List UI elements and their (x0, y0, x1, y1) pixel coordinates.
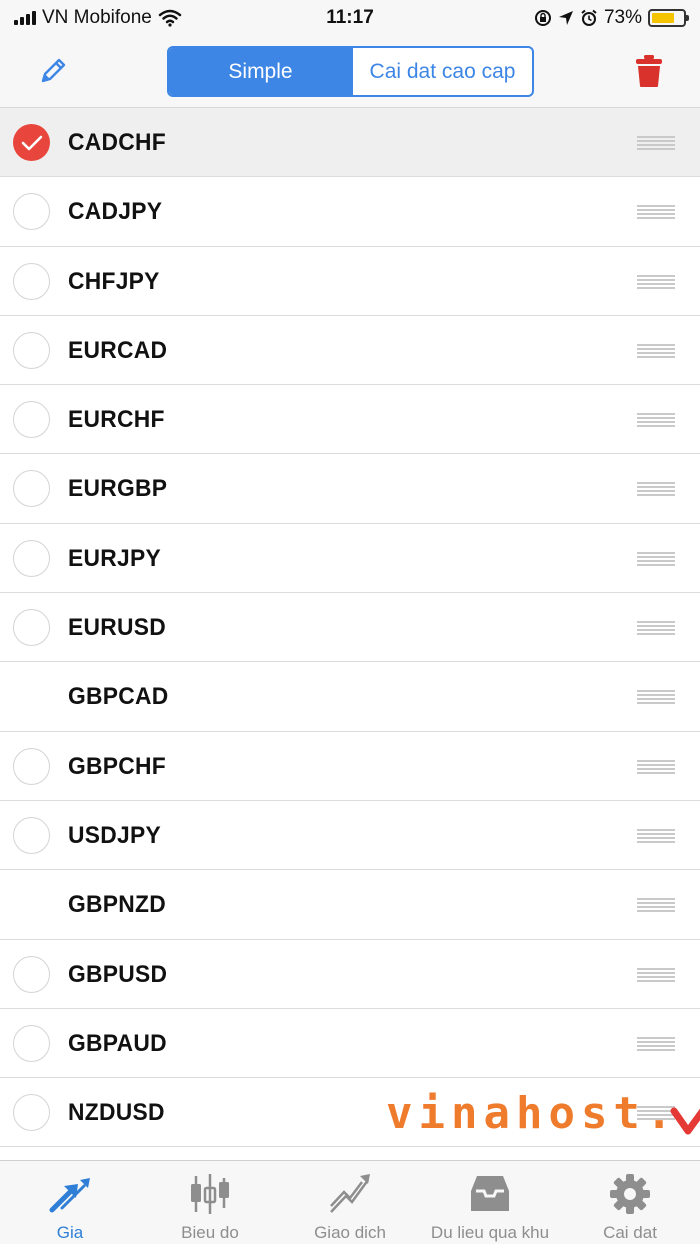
tab-bieu-do[interactable]: Bieu do (140, 1161, 280, 1244)
gear-icon (606, 1171, 654, 1217)
symbol-name: EURCAD (68, 336, 168, 364)
select-circle[interactable] (13, 1094, 50, 1132)
drag-handle-icon[interactable] (637, 1036, 675, 1051)
tab-label: Giao dich (314, 1223, 386, 1242)
symbol-name: GBPUSD (68, 960, 168, 988)
segment-advanced-settings[interactable]: Cai dat cao cap (352, 48, 532, 95)
symbol-name: CADJPY (68, 198, 163, 226)
symbol-row[interactable]: GBPCHF (0, 731, 700, 801)
symbol-row[interactable]: GBPAUD (0, 1008, 700, 1079)
wifi-icon (158, 9, 182, 27)
tab-label: Bieu do (181, 1223, 239, 1242)
pencil-icon (41, 58, 66, 83)
quotes-arrows-icon (46, 1171, 94, 1217)
drag-handle-icon[interactable] (637, 621, 675, 636)
symbol-name: GBPAUD (68, 1029, 167, 1057)
rotation-lock-icon (534, 10, 551, 26)
drag-handle-icon[interactable] (637, 690, 675, 705)
symbol-row[interactable]: EURCHF (0, 385, 700, 455)
cellular-signal-icon (14, 11, 36, 25)
toolbar: Simple Cai dat cao cap (0, 36, 700, 108)
symbol-row[interactable]: CADCHF (0, 108, 700, 178)
symbol-name: USDJPY (68, 821, 161, 849)
symbol-row[interactable]: USDJPY (0, 800, 700, 871)
symbol-row[interactable]: EURUSD (0, 593, 700, 663)
tab-du-lieu-qua-khu[interactable]: Du lieu qua khu (420, 1161, 560, 1244)
symbol-name: GBPCAD (68, 683, 169, 711)
segment-simple[interactable]: Simple (169, 48, 352, 95)
select-circle[interactable] (13, 955, 50, 993)
checkmark-icon[interactable] (13, 124, 50, 161)
drag-handle-icon[interactable] (637, 205, 675, 220)
trash-icon (636, 55, 662, 87)
drag-handle-icon[interactable] (637, 343, 675, 358)
symbol-name: GBPNZD (68, 891, 166, 919)
status-left: VN Mobifone (14, 7, 182, 29)
watermark-text: vinahost. (386, 1087, 679, 1139)
carrier-name: VN Mobifone (42, 7, 152, 28)
mode-segmented-control: Simple Cai dat cao cap (167, 46, 534, 97)
symbol-name: EURUSD (68, 614, 166, 642)
drag-handle-icon[interactable] (637, 828, 675, 843)
drag-handle-icon[interactable] (637, 482, 675, 497)
tab-label: Du lieu qua khu (430, 1223, 550, 1242)
select-circle[interactable] (13, 193, 50, 231)
edit-button[interactable] (36, 54, 70, 88)
battery-percent: 73% (603, 7, 642, 28)
status-right: 73% (534, 7, 689, 29)
select-circle[interactable] (13, 539, 50, 577)
candlestick-chart-icon (186, 1171, 234, 1217)
symbol-row[interactable]: CHFJPY (0, 246, 700, 316)
drag-handle-icon[interactable] (637, 551, 675, 566)
location-arrow-icon (558, 11, 573, 25)
tab-giao-dich[interactable]: Giao dich (280, 1161, 420, 1244)
tab-label: Gia (56, 1223, 84, 1242)
symbol-name: CHFJPY (68, 267, 160, 295)
alarm-icon (581, 9, 597, 26)
history-inbox-icon (466, 1171, 514, 1217)
select-circle[interactable] (13, 609, 50, 647)
tab-label: Cai dat (603, 1223, 657, 1242)
watermark-check-icon (670, 1107, 700, 1135)
symbol-list: CADCHF CADJPY CHFJPY EURCAD EURCHF EURGBP EURJ… (0, 108, 700, 1148)
battery-icon (648, 9, 689, 27)
tab-gia[interactable]: Gia (0, 1161, 140, 1244)
select-circle[interactable] (13, 470, 50, 508)
bottom-tab-bar: Gia Bieu do Giao dich Du lieu qua khu Cai da… (0, 1160, 700, 1244)
symbol-name: EURGBP (68, 475, 168, 503)
symbol-row[interactable]: GBPUSD (0, 939, 700, 1009)
drag-handle-icon[interactable] (637, 136, 675, 150)
select-circle[interactable] (13, 747, 50, 785)
battery-level (652, 13, 674, 23)
select-circle[interactable] (13, 401, 50, 439)
delete-button[interactable] (632, 52, 666, 90)
symbol-name: GBPCHF (68, 752, 166, 780)
drag-handle-icon[interactable] (637, 413, 675, 428)
tab-cai-dat[interactable]: Cai dat (560, 1161, 700, 1244)
symbol-name: NZDUSD (68, 1099, 165, 1127)
select-circle[interactable] (13, 816, 50, 854)
drag-handle-icon[interactable] (637, 967, 675, 982)
drag-handle-icon[interactable] (637, 898, 675, 913)
drag-handle-icon[interactable] (637, 274, 675, 289)
select-circle[interactable] (13, 331, 50, 369)
symbol-name: EURCHF (68, 406, 165, 434)
symbol-row[interactable]: GBPNZD (0, 870, 700, 940)
symbol-name: CADCHF (68, 129, 166, 156)
select-circle[interactable] (13, 262, 50, 300)
status-bar: VN Mobifone 11:17 73% (0, 0, 700, 36)
symbol-row[interactable]: CADJPY (0, 177, 700, 247)
drag-handle-icon[interactable] (637, 759, 675, 774)
symbol-name: EURJPY (68, 544, 161, 572)
symbol-row[interactable]: EURGBP (0, 454, 700, 524)
symbol-row[interactable]: EURJPY (0, 523, 700, 594)
symbol-row[interactable]: EURCAD (0, 315, 700, 386)
vinahost-watermark: vinahost. (386, 1083, 700, 1143)
select-circle[interactable] (13, 1024, 50, 1062)
symbol-row[interactable]: GBPCAD (0, 662, 700, 732)
trade-trend-icon (326, 1171, 374, 1217)
